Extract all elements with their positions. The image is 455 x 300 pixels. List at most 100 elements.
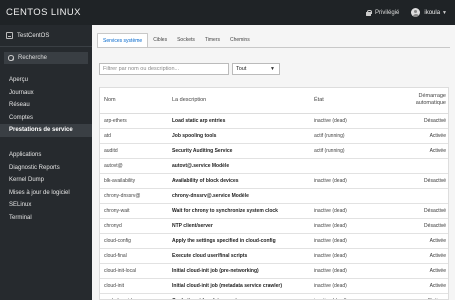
cell-description: Availability of block devices bbox=[168, 173, 310, 189]
cell-description: autovt@.service Modèle bbox=[168, 158, 310, 174]
search-label: Recherche bbox=[18, 55, 48, 61]
table-row[interactable]: chrony-dnssrv@ chrony-dnssrv@.service Mod… bbox=[100, 188, 448, 204]
col-header-state[interactable]: État bbox=[310, 88, 390, 114]
sidebar-separator bbox=[0, 137, 92, 150]
user-menu[interactable]: ikoula ▼ bbox=[411, 8, 447, 17]
filter-input[interactable]: Filtrer par nom ou description... bbox=[99, 63, 229, 75]
sidebar-item-comptes[interactable]: Comptes bbox=[0, 112, 92, 125]
col-header-name[interactable]: Nom bbox=[100, 88, 168, 114]
table-row[interactable]: autovt@ autovt@.service Modèle bbox=[100, 158, 448, 174]
sidebar-search[interactable]: Recherche bbox=[4, 52, 88, 64]
main-content: Services système Cibles Sockets Timers C… bbox=[92, 25, 455, 300]
cell-unit-name: cloud-init bbox=[100, 278, 168, 294]
sidebar-item-diagnostic-reports[interactable]: Diagnostic Reports bbox=[0, 162, 92, 175]
cell-boot: Désactivé bbox=[390, 218, 448, 234]
table-body: arp-ethers Load static arp entries inactiv… bbox=[100, 113, 448, 299]
brand-title: CENTOS LINUX bbox=[6, 7, 81, 18]
cell-state: inactive (dead) bbox=[310, 218, 390, 234]
sidebar-nav: Aperçu Journaux Réseau Comptes Prestatio… bbox=[0, 74, 92, 224]
avatar-icon bbox=[411, 8, 421, 17]
caret-down-icon: ▼ bbox=[442, 9, 447, 16]
cell-boot: Activée bbox=[390, 233, 448, 249]
tab-timers[interactable]: Timers bbox=[200, 33, 225, 47]
services-table: Nom La description État Démarrage automa… bbox=[99, 87, 449, 300]
privileged-label: Privilégié bbox=[375, 9, 400, 16]
tab-sockets[interactable]: Sockets bbox=[172, 33, 200, 47]
table-row[interactable]: cockpit-motdCockpit motd updater service… bbox=[100, 293, 448, 299]
cell-boot: Désactivé bbox=[390, 113, 448, 129]
sidebar-item-terminal[interactable]: Terminal bbox=[0, 212, 92, 225]
sidebar-item-reseau[interactable]: Réseau bbox=[0, 99, 92, 112]
cell-description: Initial cloud-init job (metadata service… bbox=[168, 278, 310, 294]
cell-state: inactive (dead) bbox=[310, 263, 390, 279]
cell-boot: Activée bbox=[390, 278, 448, 294]
terminal-icon bbox=[6, 32, 13, 39]
col-header-description[interactable]: La description bbox=[168, 88, 310, 114]
cell-boot: Activée bbox=[390, 128, 448, 144]
table-row[interactable]: chrony-wait Wait for chrony to synchroniz… bbox=[100, 203, 448, 219]
cell-unit-name: blk-availability bbox=[100, 173, 168, 189]
cell-boot bbox=[390, 158, 448, 174]
lock-icon bbox=[366, 9, 373, 16]
sidebar-item-apercu[interactable]: Aperçu bbox=[0, 74, 92, 87]
table-row[interactable]: chronyd NTP client/server inactive (dead) D… bbox=[100, 218, 448, 234]
cell-boot: Activée bbox=[390, 143, 448, 159]
cell-description: Execute cloud user/final scripts bbox=[168, 248, 310, 264]
cell-unit-name: chrony-dnssrv@ bbox=[100, 188, 168, 204]
cell-description: NTP client/server bbox=[168, 218, 310, 234]
cell-boot: Activée bbox=[390, 248, 448, 264]
cell-unit-name: cloud-config bbox=[100, 233, 168, 249]
cell-description: chrony-dnssrv@.service Modèle bbox=[168, 188, 310, 204]
table-row[interactable]: cloud-init Initial cloud-init job (metada… bbox=[100, 278, 448, 294]
cell-state bbox=[310, 158, 390, 174]
tab-targets[interactable]: Cibles bbox=[148, 33, 172, 47]
topbar-right: Privilégié ikoula ▼ bbox=[366, 8, 455, 17]
tab-system-services[interactable]: Services système bbox=[97, 33, 149, 47]
cell-description: Security Auditing Service bbox=[168, 143, 310, 159]
cell-state: inactive (dead) bbox=[310, 278, 390, 294]
cell-description: Load static arp entries bbox=[168, 113, 310, 129]
table-row[interactable]: auditd Security Auditing Service actif (ru… bbox=[100, 143, 448, 159]
caret-down-icon: ▼ bbox=[270, 66, 275, 72]
sidebar-item-selinux[interactable]: SELinux bbox=[0, 199, 92, 212]
sidebar-item-journaux[interactable]: Journaux bbox=[0, 87, 92, 100]
col-header-boot[interactable]: Démarrage automatique bbox=[390, 88, 448, 114]
sidebar-item-services[interactable]: Prestations de service bbox=[0, 124, 92, 137]
cell-unit-name: autovt@ bbox=[100, 158, 168, 174]
cell-state: actif (running) bbox=[310, 143, 390, 159]
table-row[interactable]: cloud-final Execute cloud user/final scri… bbox=[100, 248, 448, 264]
table-row[interactable]: blk-availability Availability of block de… bbox=[100, 173, 448, 189]
state-filter-value: Tout bbox=[236, 66, 247, 72]
tab-paths[interactable]: Chemins bbox=[225, 33, 255, 47]
cell-description: Initial cloud-init job (pre-networking) bbox=[168, 263, 310, 279]
cell-description: Job spooling tools bbox=[168, 128, 310, 144]
cell-state: inactive (dead) bbox=[310, 173, 390, 189]
cell-description: Apply the settings specified in cloud-co… bbox=[168, 233, 310, 249]
cell-state: inactive (dead) bbox=[310, 233, 390, 249]
cell-unit-name: auditd bbox=[100, 143, 168, 159]
cell-unit-name: arp-ethers bbox=[100, 113, 168, 129]
cell-description: Wait for chrony to synchronize system cl… bbox=[168, 203, 310, 219]
host-selector[interactable]: TestCentOS bbox=[0, 25, 92, 47]
cell-state bbox=[310, 188, 390, 204]
table-row[interactable]: atd Job spooling tools actif (running) Acti… bbox=[100, 128, 448, 144]
cell-state: inactive (dead) bbox=[310, 293, 390, 299]
table-row[interactable]: cloud-config Apply the settings specified… bbox=[100, 233, 448, 249]
host-name: TestCentOS bbox=[17, 32, 50, 39]
sidebar-item-applications[interactable]: Applications bbox=[0, 149, 92, 162]
cell-state: inactive (dead) bbox=[310, 203, 390, 219]
cell-state: inactive (dead) bbox=[310, 248, 390, 264]
table-row[interactable]: cloud-init-local Initial cloud-init job (… bbox=[100, 263, 448, 279]
cell-state: actif (running) bbox=[310, 128, 390, 144]
cell-unit-name: cloud-init-local bbox=[100, 263, 168, 279]
cell-unit-name: chronyd bbox=[100, 218, 168, 234]
privileged-button[interactable]: Privilégié bbox=[366, 9, 400, 16]
cell-boot: Statique bbox=[390, 293, 448, 299]
cell-description: Cockpit motd updater service bbox=[168, 293, 310, 299]
sidebar-item-kernel-dump[interactable]: Kernel Dump bbox=[0, 174, 92, 187]
cell-unit-name: cloud-final bbox=[100, 248, 168, 264]
table-row[interactable]: arp-ethers Load static arp entries inactiv… bbox=[100, 113, 448, 129]
state-filter-select[interactable]: Tout ▼ bbox=[232, 63, 280, 75]
sidebar-item-software-updates[interactable]: Mises à jour de logiciel bbox=[0, 187, 92, 200]
user-name: ikoula bbox=[424, 9, 441, 16]
